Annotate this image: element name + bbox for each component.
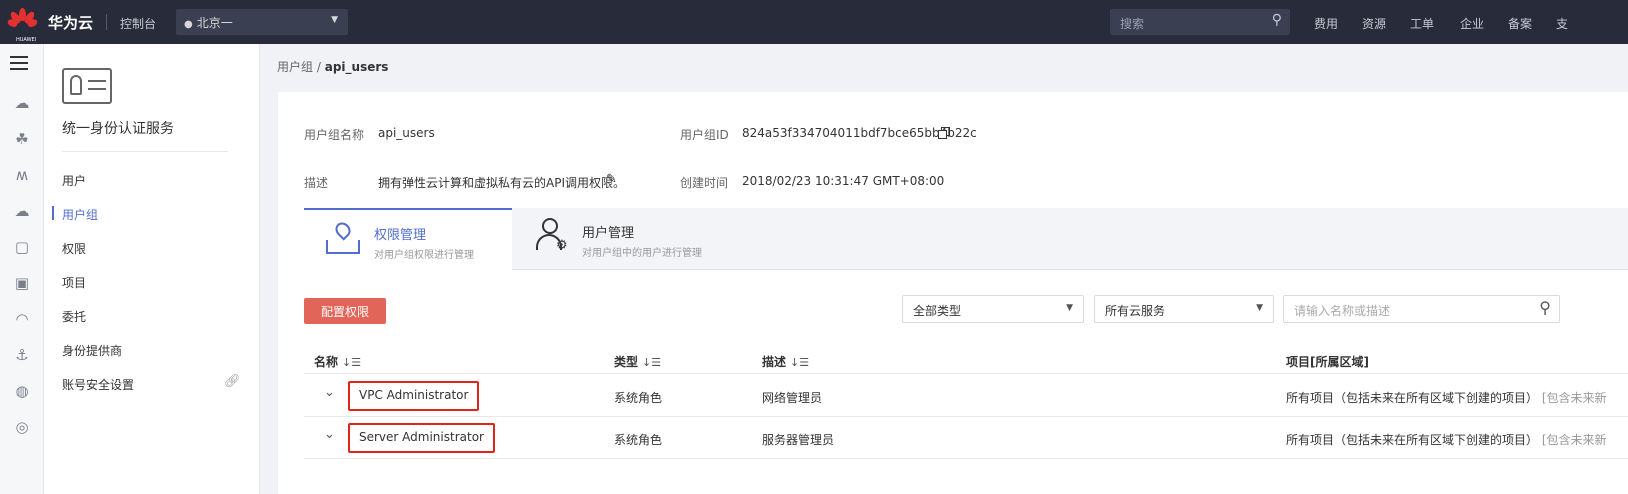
sidebar-item-agencies[interactable]: 委托 [62, 308, 86, 325]
region-label: 北京一 [196, 16, 233, 30]
user-settings-icon: ⚙ [536, 218, 576, 258]
sidebar-item-permissions[interactable]: 权限 [62, 240, 86, 257]
role-name[interactable]: VPC Administrator [348, 381, 480, 411]
chevron-down-icon[interactable]: ⌄ [324, 427, 335, 442]
cloud-storage-icon[interactable]: ☁ [0, 202, 44, 220]
service-icon-rail: ☁ ☘ ʍ ☁ ▢ ▣ ◠ ⚓ ◍ ◎ [0, 44, 44, 494]
role-name[interactable]: Server Administrator [348, 423, 495, 453]
breadcrumb-parent[interactable]: 用户组 [277, 60, 313, 74]
search-icon[interactable]: ⚲ [1539, 298, 1551, 317]
breadcrumb-current: api_users [324, 60, 389, 74]
table-row: ⌄ Server Administrator 系统角色 服务器管理员 所有项目（… [304, 417, 1628, 459]
tab-permission-management[interactable]: 权限管理 对用户组权限进行管理 [304, 208, 512, 270]
type-filter-value: 全部类型 [913, 304, 962, 318]
breadcrumb-separator: / [316, 60, 321, 74]
search-placeholder: 请输入名称或描述 [1294, 304, 1391, 318]
nav-fees[interactable]: 费用 [1314, 15, 1338, 32]
top-navigation-bar: HUAWEI 华为云 控制台 ● 北京一 ▼ 搜索 ⚲ 费用 资源 工单 企业 备… [0, 0, 1628, 44]
copy-icon[interactable] [938, 127, 950, 139]
sort-icon: ↓☰ [790, 356, 810, 369]
tab-subtitle: 对用户组权限进行管理 [374, 250, 474, 261]
group-name-label: 用户组名称 [304, 128, 365, 142]
console-link[interactable]: 控制台 [120, 15, 156, 32]
nav-tickets[interactable]: 工单 [1410, 15, 1434, 32]
edit-icon[interactable]: ✎ [606, 172, 617, 187]
service-filter-value: 所有云服务 [1105, 304, 1166, 318]
column-header-description[interactable]: 描述 ↓☰ [762, 353, 809, 370]
huawei-logo[interactable]: HUAWEI [6, 7, 39, 43]
tab-title: 用户管理 [582, 226, 635, 241]
chevron-down-icon: ▼ [331, 15, 338, 25]
nav-enterprise[interactable]: 企业 [1460, 15, 1484, 32]
role-type: 系统角色 [614, 391, 663, 405]
sidebar-item-security-settings[interactable]: 账号安全设置 [62, 376, 134, 393]
location-pin-icon: ● [184, 19, 193, 30]
divider [106, 14, 107, 30]
nav-filing[interactable]: 备案 [1508, 15, 1532, 32]
sidebar-item-user-groups[interactable]: 用户组 [62, 206, 98, 223]
network-icon[interactable]: ☘ [0, 130, 44, 148]
service-title: 统一身份认证服务 [62, 121, 174, 137]
role-description: 网络管理员 [762, 391, 823, 405]
column-header-name[interactable]: 名称 ↓☰ [314, 353, 361, 370]
role-project: 所有项目（包括未来在所有区域下创建的项目） [包含未来新 [1286, 391, 1607, 405]
role-description: 服务器管理员 [762, 433, 835, 447]
role-type: 系统角色 [614, 433, 663, 447]
id-card-icon [62, 68, 112, 104]
database-icon[interactable]: ▣ [0, 274, 44, 292]
global-search-placeholder: 搜索 [1120, 17, 1145, 31]
nav-resources[interactable]: 资源 [1362, 15, 1386, 32]
description-label: 描述 [304, 176, 329, 190]
search-icon[interactable]: ⚲ [1272, 12, 1282, 28]
iam-sidebar: 统一身份认证服务 用户 用户组 权限 项目 委托 身份提供商 账号安全设置 🔗︎ [44, 44, 260, 494]
column-header-project: 项目[所属区域] [1286, 355, 1369, 369]
breadcrumb: 用户组 / api_users [277, 58, 388, 75]
active-indicator [52, 206, 54, 220]
divider [62, 151, 228, 152]
description-value: 拥有弹性云计算和虚拟私有云的API调用权限。 [378, 176, 625, 190]
chevron-down-icon: ▼ [1066, 303, 1073, 313]
map-pin-icon [324, 219, 362, 258]
created-time-label: 创建时间 [680, 176, 729, 190]
logo-text: HUAWEI [16, 37, 37, 43]
column-header-type[interactable]: 类型 ↓☰ [614, 353, 661, 370]
table-header: 名称 ↓☰ 类型 ↓☰ 描述 ↓☰ 项目[所属区域] [304, 346, 1628, 374]
anchor-icon[interactable]: ⚓ [0, 346, 44, 364]
menu-icon[interactable] [10, 56, 28, 74]
chevron-down-icon: ▼ [1256, 303, 1263, 313]
detail-tabs: 权限管理 对用户组权限进行管理 ⚙ 用户管理 对用户组中的用户进行管理 [304, 208, 1628, 270]
user-group-detail-panel: 用户组名称 api_users 用户组ID 824a53f334704011bd… [278, 92, 1628, 494]
chevron-down-icon[interactable]: ⌄ [324, 385, 335, 400]
group-id-label: 用户组ID [680, 128, 729, 142]
role-project: 所有项目（包括未来在所有区域下创建的项目） [包含未来新 [1286, 433, 1607, 447]
region-selector[interactable]: ● 北京一 ▼ [176, 9, 348, 35]
tab-subtitle: 对用户组中的用户进行管理 [582, 248, 702, 259]
sidebar-item-projects[interactable]: 项目 [62, 274, 86, 291]
nav-support[interactable]: 支 [1556, 15, 1568, 32]
tab-user-management[interactable]: ⚙ 用户管理 对用户组中的用户进行管理 [512, 208, 722, 270]
sidebar-item-users[interactable]: 用户 [62, 172, 86, 189]
group-name-value: api_users [378, 126, 435, 140]
table-row: ⌄ VPC Administrator 系统角色 网络管理员 所有项目（包括未来… [304, 375, 1628, 417]
brand-name[interactable]: 华为云 [48, 12, 93, 33]
configure-permissions-button[interactable]: 配置权限 [304, 298, 386, 324]
monitor-icon[interactable]: ʍ [0, 166, 44, 184]
global-search-input[interactable]: 搜索 ⚲ [1110, 9, 1290, 35]
sort-icon: ↓☰ [642, 356, 662, 369]
sidebar-item-identity-providers[interactable]: 身份提供商 [62, 342, 122, 359]
external-link-icon[interactable]: 🔗︎ [224, 374, 241, 389]
service-filter-select[interactable]: 所有云服务 ▼ [1094, 295, 1274, 323]
created-time-value: 2018/02/23 10:31:47 GMT+08:00 [742, 174, 945, 188]
cloud-server-icon[interactable]: ☁ [0, 94, 44, 112]
tab-title: 权限管理 [374, 228, 427, 243]
policy-search-input[interactable]: 请输入名称或描述 ⚲ [1283, 295, 1560, 323]
ip-icon[interactable]: ◎ [0, 418, 44, 436]
disk-icon[interactable]: ▢ [0, 238, 44, 256]
globe-icon[interactable]: ◍ [0, 382, 44, 400]
type-filter-select[interactable]: 全部类型 ▼ [902, 295, 1084, 323]
sort-icon: ↓☰ [342, 356, 362, 369]
cloud-icon[interactable]: ◠ [0, 310, 44, 328]
